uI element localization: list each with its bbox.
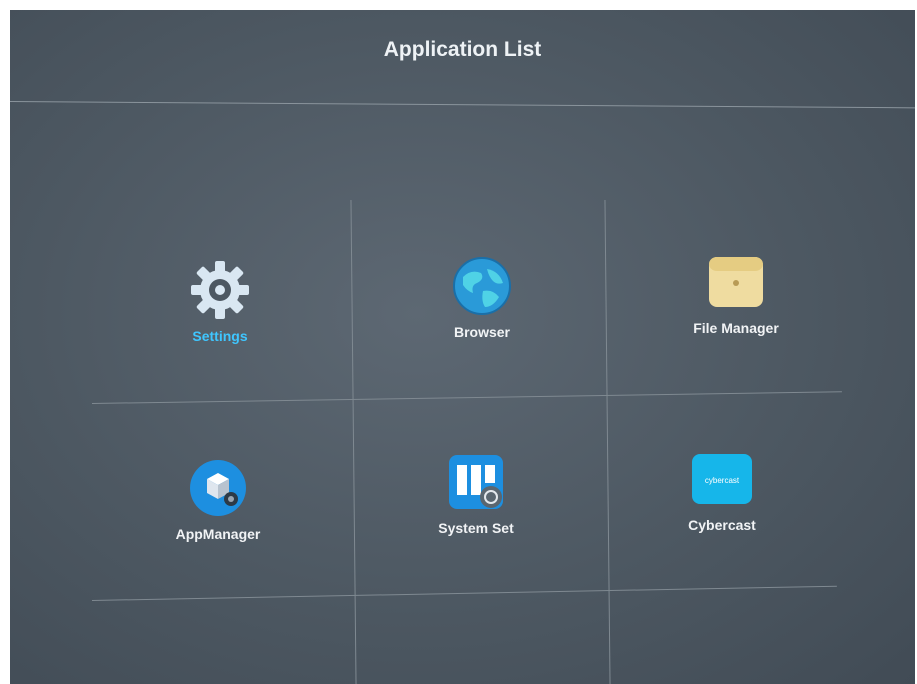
app-tile-settings[interactable]: Settings: [120, 258, 320, 368]
svg-text:cybercast: cybercast: [705, 476, 740, 485]
app-tile-appmanager[interactable]: AppManager: [118, 456, 318, 566]
system-set-icon: [441, 450, 511, 514]
app-label: Browser: [453, 324, 511, 340]
header-divider: [10, 101, 915, 109]
grid-line: [91, 391, 842, 404]
tv-screen: Application List Settings Browser File M…: [10, 10, 915, 684]
cybercast-icon: cybercast: [687, 447, 757, 511]
app-label: Settings: [192, 328, 248, 344]
grid-line: [604, 200, 611, 684]
app-manager-icon: [183, 456, 253, 520]
app-tile-file-manager[interactable]: File Manager: [636, 250, 836, 360]
app-tile-browser[interactable]: Browser: [382, 254, 582, 364]
app-tile-cybercast[interactable]: cybercast Cybercast: [622, 447, 822, 557]
page-title: Application List: [383, 38, 542, 61]
app-label: System Set: [438, 520, 514, 536]
folder-icon: [701, 250, 771, 314]
app-label: Cybercast: [688, 517, 756, 533]
app-label: AppManager: [175, 526, 261, 542]
gear-icon: [185, 258, 255, 322]
app-label: File Manager: [693, 320, 779, 336]
grid-line: [350, 200, 357, 684]
globe-icon: [447, 254, 517, 318]
app-tile-system-set[interactable]: System Set: [376, 450, 576, 560]
grid-line: [91, 585, 837, 601]
